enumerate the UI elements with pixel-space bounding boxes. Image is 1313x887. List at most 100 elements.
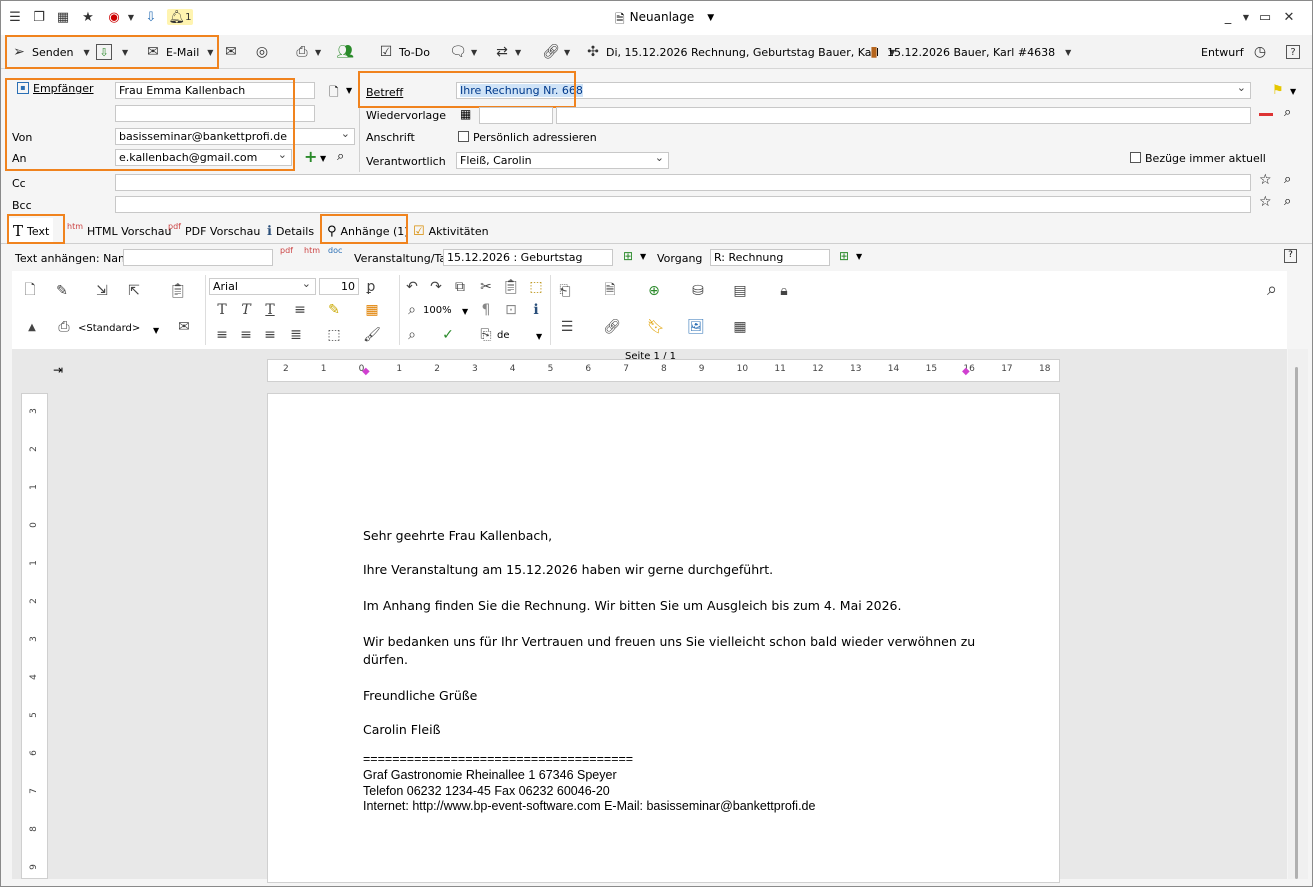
insert-frame-icon[interactable]: ⊕: [644, 281, 664, 301]
copy-icon[interactable]: ⧉: [450, 277, 470, 297]
schedule-button[interactable]: ◷: [1251, 41, 1269, 63]
new-document-icon[interactable]: 🗋: [20, 281, 40, 301]
select-all-icon[interactable]: ⬚: [526, 277, 546, 297]
undo-icon[interactable]: ↶: [402, 277, 422, 297]
recipient-extra-input[interactable]: [115, 105, 315, 122]
print-button[interactable]: ⎙ ▼: [293, 41, 321, 63]
recipient-input[interactable]: Frau Emma Kallenbach: [115, 82, 315, 99]
comment-button[interactable]: 🗨︎ ▼: [449, 41, 477, 63]
flag-icon[interactable]: ⚑: [1272, 83, 1284, 98]
add-grid-icon[interactable]: ⊞: [839, 249, 849, 263]
subject-input[interactable]: Ihre Rechnung Nr. 668: [456, 82, 1251, 99]
vertical-scrollbar[interactable]: [1288, 349, 1308, 879]
windows-icon[interactable]: ❐: [31, 9, 47, 25]
to-select[interactable]: e.kallenbach@gmail.com: [115, 149, 292, 166]
cut-icon[interactable]: ✂: [476, 277, 496, 297]
attach-doc-icon[interactable]: doc: [328, 246, 342, 255]
cursor-tab-icon[interactable]: ⇥: [53, 363, 63, 377]
tab-attachments[interactable]: ⚲ Anhänge (1): [323, 218, 413, 244]
event-link-button[interactable]: ✣ Di, 15.12.2026 Rechnung, Geburtstag Bau…: [584, 41, 895, 63]
image-icon[interactable]: 🖼︎: [686, 317, 706, 337]
maximize-icon[interactable]: ▭: [1257, 9, 1273, 25]
menu-icon[interactable]: ☰: [7, 9, 23, 25]
email-button[interactable]: ✉ E-Mail ▼: [144, 41, 213, 63]
chevron-down-icon[interactable]: ▼: [320, 154, 326, 163]
compass-icon[interactable]: ◉: [106, 9, 122, 25]
calendar-icon[interactable]: ▦: [55, 9, 71, 25]
bcc-input[interactable]: [115, 196, 1251, 213]
zoom-search-icon[interactable]: ⌕: [1262, 279, 1282, 300]
tab-details[interactable]: ℹ Details: [263, 218, 318, 244]
favorites-icon[interactable]: ★: [80, 9, 96, 25]
personal-checkbox[interactable]: [458, 131, 469, 142]
chevron-down-icon[interactable]: ▼: [1238, 9, 1254, 25]
save-button[interactable]: ⇩ ▼: [96, 41, 128, 63]
info-icon[interactable]: ℹ: [526, 300, 546, 320]
italic-icon[interactable]: T: [236, 300, 256, 320]
resubmission-date-input[interactable]: [479, 107, 553, 124]
search-icon[interactable]: ⌕: [1284, 105, 1291, 120]
chevron-down-icon[interactable]: ▼: [536, 332, 542, 341]
preview-button[interactable]: ◎: [253, 41, 271, 63]
page-setup-icon[interactable]: 🗎: [600, 281, 620, 301]
bookmark-icon[interactable]: 🔖︎: [646, 317, 666, 337]
language-select[interactable]: de: [497, 330, 510, 341]
refs-checkbox[interactable]: [1130, 152, 1141, 163]
list-icon[interactable]: ☰: [557, 317, 577, 337]
chevron-down-icon[interactable]: ▼: [856, 252, 862, 261]
border-icon[interactable]: ⬚: [324, 325, 344, 345]
paste-icon[interactable]: 📋︎: [501, 277, 521, 297]
spellcheck-icon[interactable]: ✓: [438, 325, 458, 345]
style-select[interactable]: <Standard>: [78, 323, 140, 334]
envelope-icon[interactable]: ✉: [174, 317, 194, 337]
booking-link-button[interactable]: ▮ 15.12.2026 Bauer, Karl #4638 ▼: [865, 41, 1071, 63]
collapse-icon[interactable]: ▲: [22, 317, 42, 337]
margin-marker-icon[interactable]: ◆: [362, 366, 370, 377]
zoom-select[interactable]: 100%: [423, 305, 452, 316]
bell-icon[interactable]: 🔔︎ 1: [167, 9, 193, 25]
clear-format-icon[interactable]: ꝑ: [361, 277, 381, 297]
zoom-icon[interactable]: ⌕: [402, 300, 422, 320]
font-size-input[interactable]: 10: [319, 278, 359, 295]
open-mail-button[interactable]: ✉: [222, 41, 240, 63]
insert-field-icon[interactable]: ⇲: [92, 281, 112, 301]
todo-button[interactable]: ☑ To-Do: [377, 41, 430, 63]
send-button[interactable]: ➢ Senden ▼: [10, 41, 89, 63]
align-center-icon[interactable]: ≡: [236, 325, 256, 345]
recipient-link[interactable]: ▪ Empfänger: [17, 82, 94, 95]
document-page[interactable]: Sehr geehrte Frau Kallenbach, Ihre Veran…: [267, 393, 1060, 883]
search-icon[interactable]: ⌕: [1284, 194, 1291, 209]
add-grid-icon[interactable]: ⊞: [623, 249, 633, 263]
search-icon[interactable]: ⌕: [337, 149, 344, 164]
add-recipient-icon[interactable]: +: [304, 147, 317, 166]
remove-icon[interactable]: [1259, 113, 1273, 116]
tab-activities[interactable]: ☑ Aktivitäten: [409, 218, 493, 244]
bold-icon[interactable]: T: [212, 300, 232, 320]
search-icon[interactable]: ⌕: [1284, 172, 1291, 187]
window-title[interactable]: 🗎 Neuanlage ▼: [615, 10, 714, 31]
chevron-down-icon[interactable]: ▼: [346, 86, 352, 95]
margin-marker-icon[interactable]: ◆: [962, 366, 970, 377]
minimize-small-icon[interactable]: _: [1220, 9, 1236, 25]
resubmission-note-input[interactable]: [556, 107, 1251, 124]
vertical-ruler[interactable]: 3 2 1 0 1 2 3 4 5 6 7 8 9: [21, 393, 48, 879]
help-button[interactable]: ?: [1286, 41, 1300, 63]
close-icon[interactable]: ✕: [1281, 9, 1297, 25]
star-icon[interactable]: ☆: [1259, 194, 1272, 210]
text-block-icon[interactable]: ⇱: [124, 281, 144, 301]
clipboard-icon[interactable]: 📋︎: [168, 281, 188, 301]
link-button[interactable]: 🔗︎ ▼: [542, 41, 570, 63]
cc-input[interactable]: [115, 174, 1251, 191]
chevron-down-icon[interactable]: ▼: [153, 326, 159, 335]
tab-html-preview[interactable]: htm HTML Vorschau: [63, 218, 176, 244]
download-icon[interactable]: ⇩: [143, 9, 159, 25]
attach-pdf-icon[interactable]: pdf: [280, 246, 293, 255]
chevron-down-icon[interactable]: ▼: [640, 252, 646, 261]
table-icon[interactable]: ▤: [730, 281, 750, 301]
horizontal-ruler[interactable]: 2 1 0 1 2 3 4 5 6 7 8 9 10 11 12 13 14 15 16 17 18 ◆ ◆: [267, 359, 1060, 382]
align-right-icon[interactable]: ≡: [260, 325, 280, 345]
process-input[interactable]: R: Rechnung: [710, 249, 830, 266]
attach-htm-icon[interactable]: htm: [304, 246, 320, 255]
link-icon[interactable]: 🔗︎: [602, 317, 622, 337]
attach-name-input[interactable]: [123, 249, 273, 266]
